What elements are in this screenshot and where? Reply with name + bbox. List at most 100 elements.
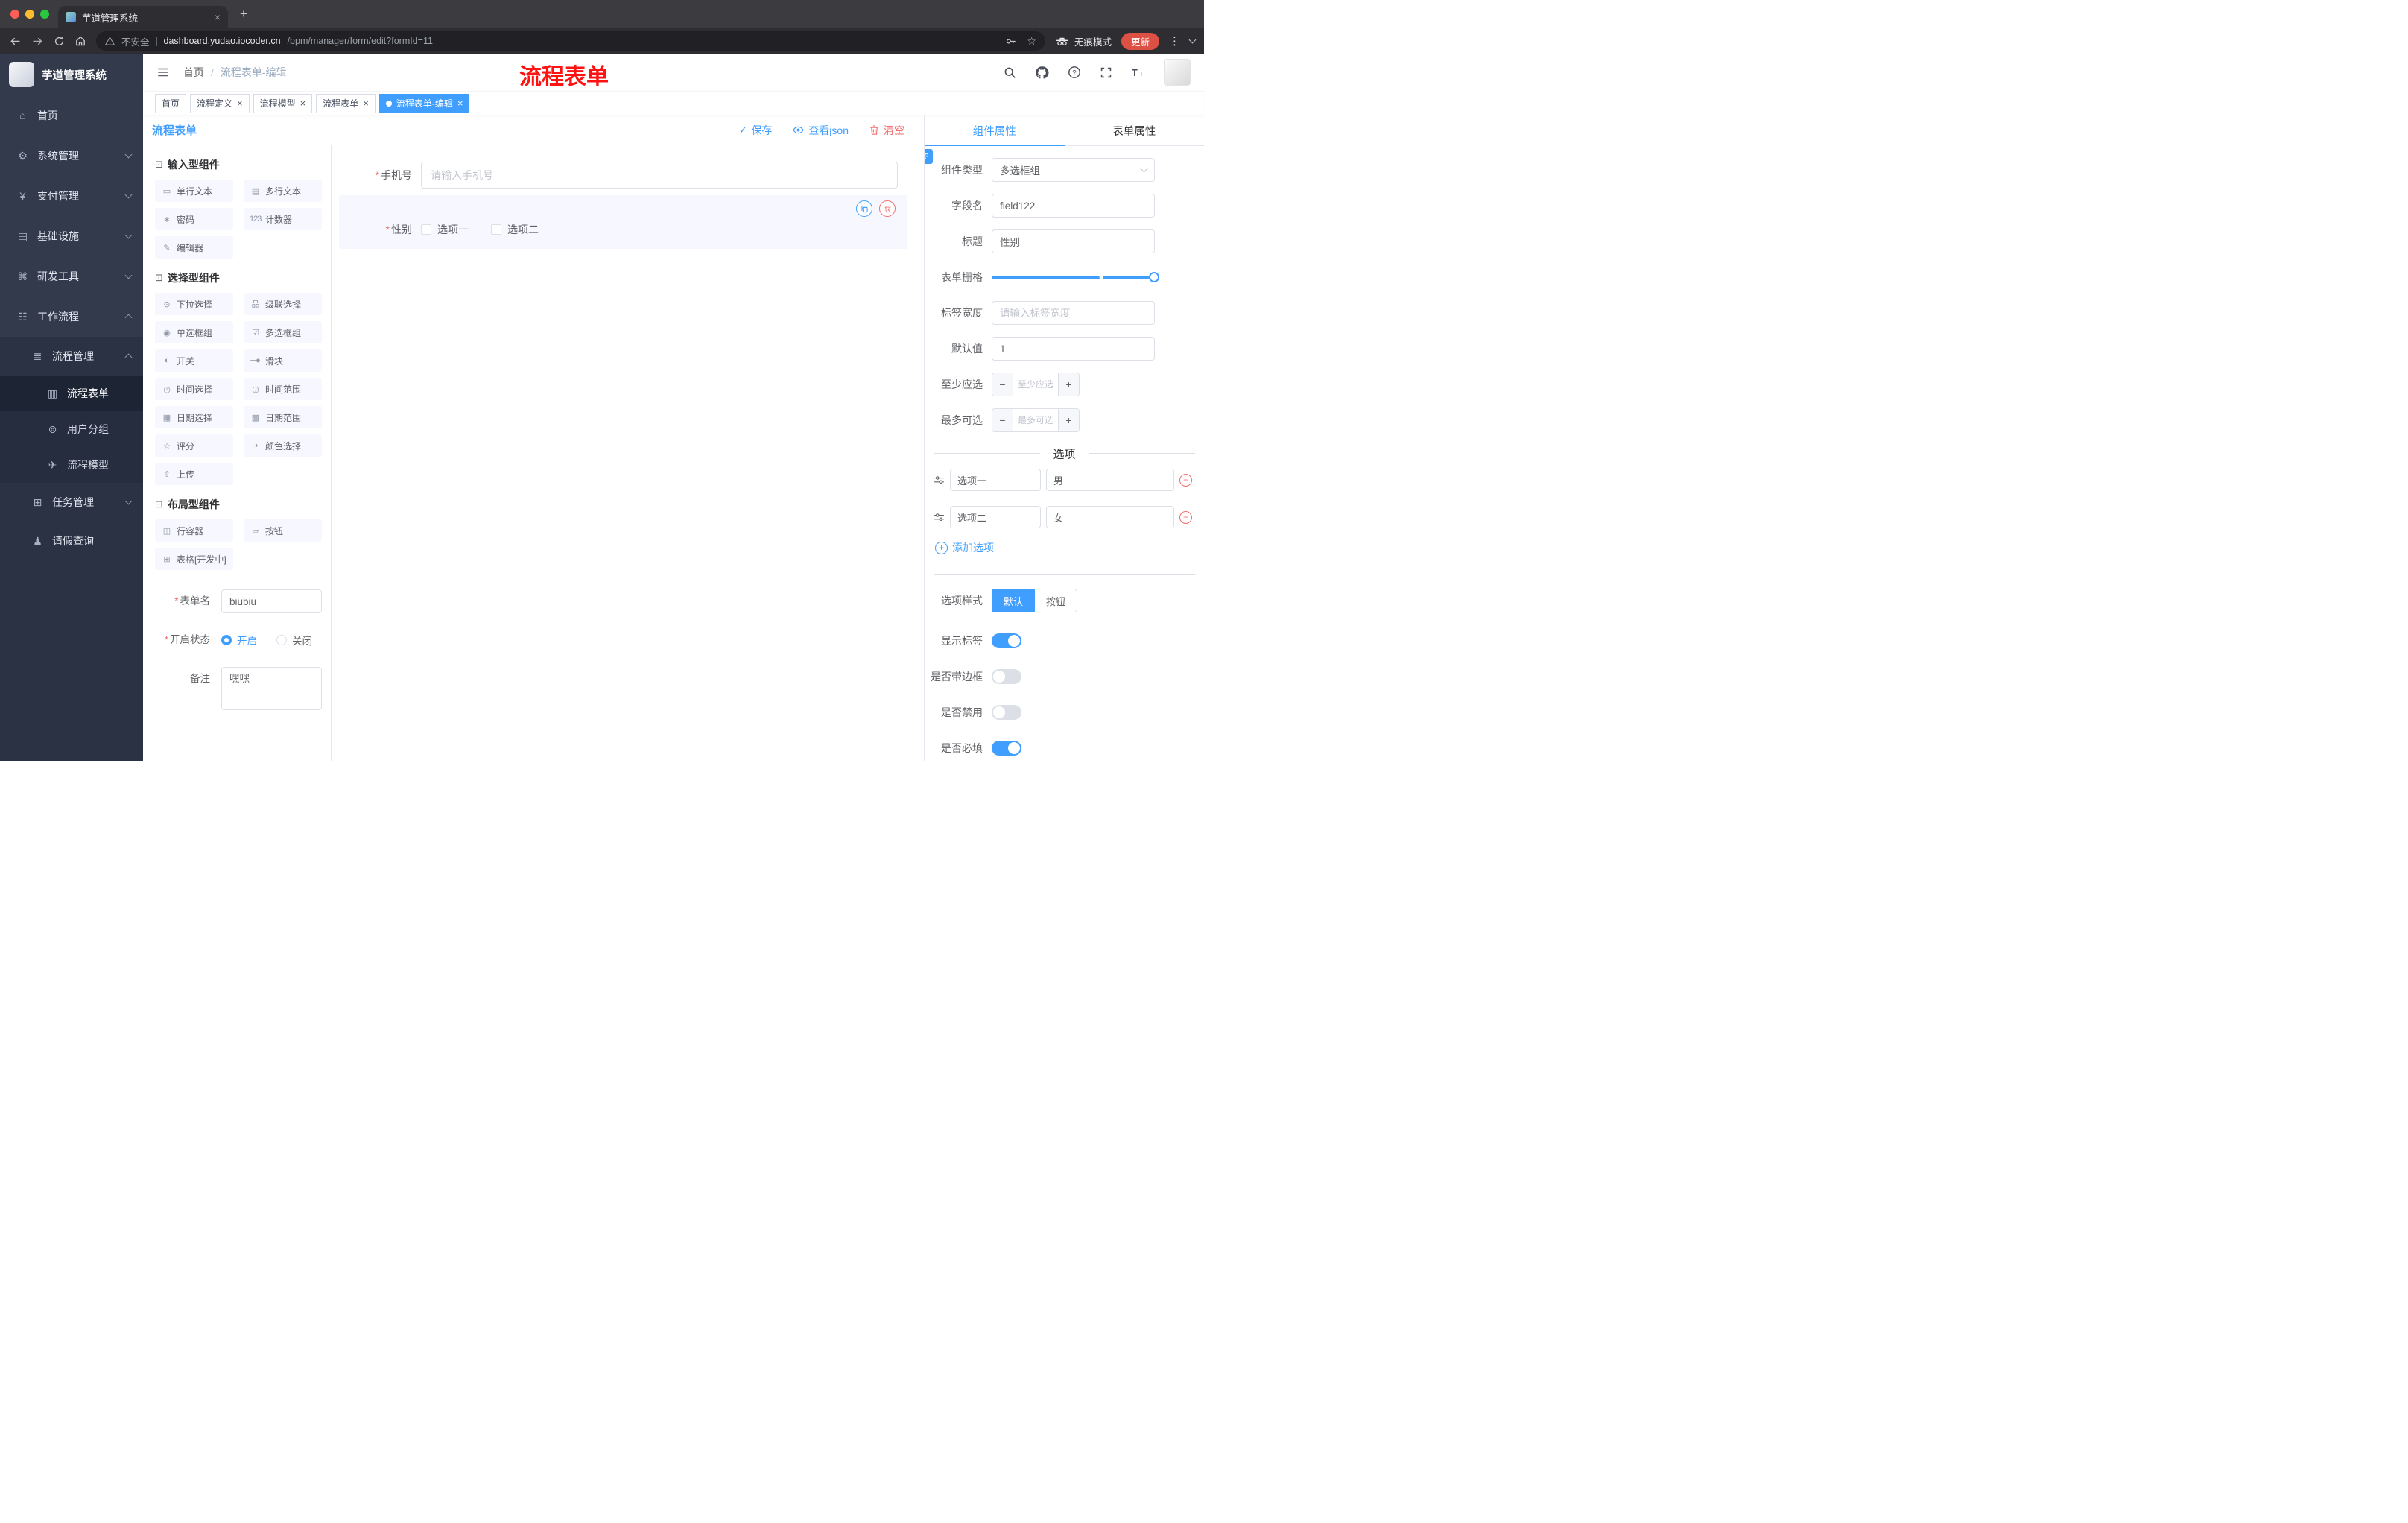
palette-item-time-range[interactable]: ◶ 时间范围 — [244, 378, 322, 400]
tab-component-props[interactable]: 组件属性 — [925, 115, 1065, 146]
show-label-toggle[interactable] — [992, 633, 1021, 648]
tab-form-props[interactable]: 表单属性 — [1065, 115, 1205, 145]
min-select-input[interactable] — [1013, 373, 1058, 396]
tag-close-icon[interactable]: × — [300, 98, 306, 109]
tag-close-icon[interactable]: × — [457, 98, 463, 109]
address-bar[interactable]: 不安全 dashboard.yudao.iocoder.cn/bpm/manag… — [96, 31, 1045, 51]
grid-slider[interactable] — [992, 265, 1159, 289]
border-toggle[interactable] — [992, 669, 1021, 684]
link-icon[interactable] — [925, 149, 933, 164]
style-button-button[interactable]: 按钮 — [1035, 589, 1078, 612]
sidebar-item-devtools[interactable]: ⌘ 研发工具 — [0, 256, 143, 297]
github-icon[interactable] — [1035, 66, 1049, 80]
sidebar-item-leave-query[interactable]: ♟ 请假查询 — [0, 522, 143, 560]
form-name-input[interactable] — [221, 589, 322, 613]
palette-item-cascader[interactable]: 品级联选择 — [244, 293, 322, 315]
sidebar-item-infrastructure[interactable]: ▤ 基础设施 — [0, 216, 143, 256]
browser-tab[interactable]: 芋道管理系统 × — [58, 6, 228, 28]
breadcrumb-home[interactable]: 首页 — [183, 65, 204, 80]
palette-item-multi-text[interactable]: ▤ 多行文本 — [244, 180, 322, 202]
tag-close-icon[interactable]: × — [363, 98, 369, 109]
sidebar-item-process-management[interactable]: ≣ 流程管理 — [0, 337, 143, 376]
avatar[interactable] — [1164, 59, 1191, 86]
tag-process-form-edit[interactable]: 流程表单-编辑 × — [378, 93, 470, 113]
browser-menu-icon[interactable]: ⋮ — [1169, 34, 1180, 48]
decrease-button[interactable]: − — [992, 373, 1013, 396]
palette-item-password[interactable]: ∗ 密码 — [155, 208, 233, 230]
save-button[interactable]: ✓ 保存 — [739, 123, 773, 138]
delete-component-button[interactable] — [879, 200, 896, 217]
palette-item-slider[interactable]: ─● 滑块 — [244, 349, 322, 372]
add-option-button[interactable]: + 添加选项 — [935, 540, 1204, 555]
remark-textarea[interactable]: 嘿嘿 — [221, 667, 322, 710]
option-label-input[interactable] — [950, 469, 1041, 491]
reload-icon[interactable] — [54, 36, 65, 47]
sidebar-item-home[interactable]: ⌂ 首页 — [0, 95, 143, 136]
palette-item-counter[interactable]: 123 计数器 — [244, 208, 322, 230]
max-select-stepper[interactable]: − + — [992, 408, 1080, 432]
palette-item-upload[interactable]: ⇧ 上传 — [155, 463, 233, 485]
phone-input[interactable] — [421, 162, 898, 189]
tag-close-icon[interactable]: × — [237, 98, 243, 109]
fullscreen-icon[interactable] — [1100, 66, 1112, 79]
sidebar-item-payment[interactable]: ¥ 支付管理 — [0, 176, 143, 216]
palette-item-table[interactable]: ⊞ 表格[开发中] — [155, 548, 233, 570]
hamburger-icon[interactable] — [156, 66, 170, 79]
forward-icon[interactable] — [31, 35, 44, 48]
tag-process-model[interactable]: 流程模型 × — [253, 93, 313, 113]
tag-process-form[interactable]: 流程表单 × — [316, 93, 376, 113]
bookmark-star-icon[interactable]: ☆ — [1027, 35, 1036, 48]
style-default-button[interactable]: 默认 — [992, 589, 1036, 612]
sidebar-item-system[interactable]: ⚙ 系统管理 — [0, 136, 143, 176]
gender-option1-checkbox[interactable]: 选项一 — [421, 222, 469, 237]
palette-item-editor[interactable]: ✎ 编辑器 — [155, 236, 233, 259]
view-json-button[interactable]: 查看json — [792, 123, 849, 138]
palette-item-select[interactable]: ⊙ 下拉选择 — [155, 293, 233, 315]
option-value-input[interactable] — [1046, 506, 1174, 528]
back-icon[interactable] — [9, 35, 22, 48]
palette-item-date-picker[interactable]: ▦ 日期选择 — [155, 406, 233, 428]
tag-home[interactable]: 首页 — [155, 93, 187, 113]
palette-item-button[interactable]: ▱ 按钮 — [244, 519, 322, 542]
sidebar-item-user-group[interactable]: ⊚ 用户分组 — [0, 411, 143, 447]
help-icon[interactable]: ? — [1068, 66, 1081, 79]
palette-item-rate[interactable]: ☆ 评分 — [155, 434, 233, 457]
new-tab-button[interactable]: + — [240, 7, 247, 22]
palette-item-row-container[interactable]: ◫ 行容器 — [155, 519, 233, 542]
component-type-select[interactable]: 多选框组 — [992, 158, 1155, 182]
palette-item-switch[interactable]: ◐ 开关 — [155, 349, 233, 372]
clear-button[interactable]: 清空 — [869, 123, 904, 138]
browser-update-button[interactable]: 更新 — [1121, 32, 1159, 50]
home-icon[interactable] — [75, 35, 86, 47]
font-size-icon[interactable]: TT — [1131, 66, 1145, 79]
palette-item-time-picker[interactable]: ◷ 时间选择 — [155, 378, 233, 400]
disabled-toggle[interactable] — [992, 705, 1021, 720]
search-icon[interactable] — [1004, 66, 1016, 79]
drag-handle-icon[interactable] — [934, 475, 945, 486]
status-on-radio[interactable]: 开启 — [221, 633, 257, 647]
sidebar-item-process-model[interactable]: ✈ 流程模型 — [0, 447, 143, 483]
decrease-button[interactable]: − — [992, 409, 1013, 431]
tab-close-icon[interactable]: × — [215, 11, 221, 23]
maximize-window-button[interactable] — [40, 10, 49, 19]
copy-component-button[interactable] — [856, 200, 872, 217]
title-input[interactable] — [992, 229, 1155, 253]
palette-item-single-text[interactable]: ▭ 单行文本 — [155, 180, 233, 202]
sidebar-item-task-management[interactable]: ⊞ 任务管理 — [0, 483, 143, 522]
slider-handle[interactable] — [1149, 272, 1159, 282]
increase-button[interactable]: + — [1058, 409, 1079, 431]
default-value-input[interactable] — [992, 337, 1155, 361]
gender-option2-checkbox[interactable]: 选项二 — [491, 222, 539, 237]
palette-item-color-picker[interactable]: ◑ 颜色选择 — [244, 434, 322, 457]
minimize-window-button[interactable] — [25, 10, 34, 19]
increase-button[interactable]: + — [1058, 373, 1079, 396]
label-width-input[interactable] — [992, 301, 1155, 325]
option-label-input[interactable] — [950, 506, 1041, 528]
chevron-down-icon[interactable] — [1188, 36, 1197, 44]
sidebar-item-process-form[interactable]: ▥ 流程表单 — [0, 376, 143, 411]
close-window-button[interactable] — [10, 10, 19, 19]
required-toggle[interactable] — [992, 741, 1021, 756]
remove-option-button[interactable]: − — [1179, 473, 1192, 487]
option-value-input[interactable] — [1046, 469, 1174, 491]
min-select-stepper[interactable]: − + — [992, 373, 1080, 396]
